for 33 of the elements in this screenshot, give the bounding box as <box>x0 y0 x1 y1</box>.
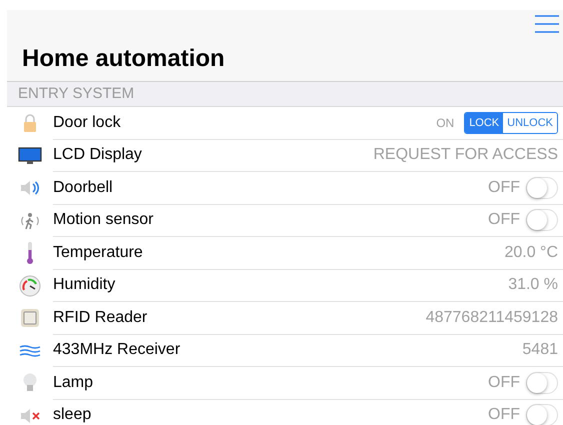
toggle-switch[interactable] <box>526 209 558 232</box>
page-title: Home automation <box>22 47 226 71</box>
device-name: Doorbell <box>53 178 113 198</box>
device-name: Motion sensor <box>53 210 154 230</box>
segment-tab[interactable]: LOCK <box>465 112 504 133</box>
toggle-switch[interactable] <box>526 404 558 425</box>
status-label: OFF <box>488 178 520 198</box>
device-value: 487768211459128 <box>426 308 558 328</box>
waves-icon <box>19 342 41 359</box>
status-label: OFF <box>488 372 520 393</box>
device-name: Door lock <box>53 112 121 133</box>
device-value: 5481 <box>522 340 558 360</box>
device-name: 433MHz Receiver <box>53 340 180 360</box>
section-header: ENTRY SYSTEM <box>7 82 563 107</box>
device-name: Temperature <box>53 242 143 263</box>
device-name: Humidity <box>53 275 116 296</box>
status-label: OFF <box>488 210 520 230</box>
toggle-switch[interactable] <box>526 372 558 394</box>
device-name: Lamp <box>53 372 94 393</box>
toggle-switch[interactable] <box>526 176 558 199</box>
menu-icon[interactable] <box>535 15 559 33</box>
device-name: LCD Display <box>53 145 142 166</box>
device-value: 20.0 °C <box>504 242 558 263</box>
thermometer-icon <box>24 241 36 266</box>
device-value: 31.0 % <box>508 275 558 296</box>
device-name: sleep <box>53 405 92 425</box>
monitor-icon <box>18 146 42 166</box>
device-value: REQUEST FOR ACCESS <box>373 145 558 166</box>
status-label: ON <box>436 114 454 132</box>
square-tile-icon <box>20 308 40 328</box>
device-name: RFID Reader <box>53 308 148 328</box>
status-label: OFF <box>488 405 520 425</box>
gauge-icon <box>19 274 41 297</box>
